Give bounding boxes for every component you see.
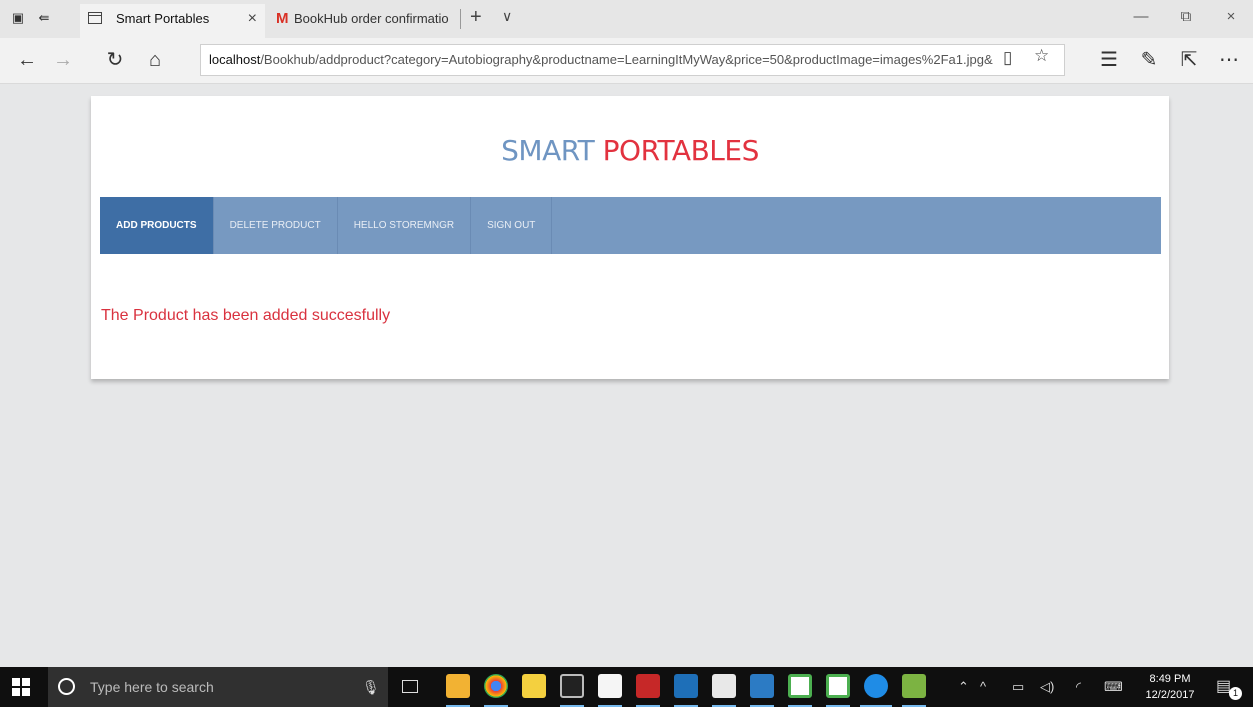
url-host: localhost (209, 52, 261, 67)
acrobat-reader-icon[interactable] (636, 674, 660, 698)
java-icon[interactable] (712, 674, 736, 698)
clock-date: 12/2/2017 (1145, 689, 1195, 701)
search-placeholder: Type here to search (90, 679, 214, 695)
page-card: SMART PORTABLES ADD PRODUCTS DELETE PROD… (91, 96, 1169, 379)
microphone-icon[interactable]: 🎙 (362, 667, 380, 707)
file-explorer-icon[interactable] (446, 674, 470, 698)
menu-hello-user[interactable]: HELLO STOREMNGR (338, 197, 472, 254)
home-icon[interactable]: ⌂ (142, 48, 168, 74)
taskbar-search[interactable]: Type here to search 🎙 (48, 667, 388, 707)
close-window-button[interactable]: × (1216, 8, 1246, 25)
store-app-icon[interactable] (674, 674, 698, 698)
more-menu-icon[interactable]: ⋯ (1216, 48, 1242, 74)
favorite-star-icon[interactable]: ☆ (1034, 46, 1049, 66)
tab-bookhub-order[interactable]: M BookHub order confirmatio (266, 4, 460, 38)
tab-preview-chevron-icon[interactable]: ∨ (502, 8, 512, 25)
task-view-icon[interactable] (402, 680, 418, 693)
share-icon[interactable]: ⇱ (1176, 48, 1202, 74)
page-icon (88, 12, 102, 24)
volume-icon[interactable]: ◁) (1040, 667, 1054, 707)
paint-icon[interactable] (902, 674, 926, 698)
sticky-notes-icon[interactable] (522, 674, 546, 698)
logo-smart: SMART (501, 134, 595, 167)
mysql-workbench-icon[interactable] (750, 674, 774, 698)
forward-arrow-icon[interactable]: → (50, 48, 76, 74)
tab-smart-portables[interactable]: Smart Portables × (80, 4, 265, 38)
minimize-button[interactable]: — (1126, 8, 1156, 25)
web-note-pen-icon[interactable]: ✎ (1136, 48, 1162, 74)
action-center-icon[interactable]: ▤ (1216, 667, 1231, 707)
battery-icon[interactable]: ▭ (1012, 667, 1024, 707)
menu-sign-out[interactable]: SIGN OUT (471, 197, 553, 254)
menu-add-products[interactable]: ADD PRODUCTS (100, 197, 214, 254)
system-clock[interactable]: 8:49 PM 12/2/2017 (1140, 671, 1200, 703)
gmail-icon: M (276, 10, 289, 27)
notification-count-badge: 1 (1229, 687, 1242, 700)
refresh-icon[interactable]: ↻ (102, 48, 128, 74)
address-bar[interactable]: localhost/Bookhub/addproduct?category=Au… (200, 44, 1065, 76)
command-prompt-icon[interactable] (560, 674, 584, 698)
main-menu: ADD PRODUCTS DELETE PRODUCT HELLO STOREM… (100, 197, 1161, 254)
notepad-icon[interactable] (598, 674, 622, 698)
browser-tab-bar: ▣ ⇚ Smart Portables × M BookHub order co… (0, 0, 1253, 38)
set-aside-tabs-icon[interactable]: ▣ (10, 10, 26, 26)
url-path: /Bookhub/addproduct?category=Autobiograp… (260, 52, 993, 67)
show-tabs-aside-icon[interactable]: ⇚ (36, 10, 52, 26)
chrome-icon[interactable] (484, 674, 508, 698)
restore-button[interactable]: ⧉ (1171, 8, 1201, 25)
clock-time: 8:49 PM (1149, 673, 1191, 685)
windows-taskbar: Type here to search 🎙 ⌃ ^ ▭ ◁) ◜ ⌨ 8:49 … (0, 667, 1253, 707)
favorites-hub-icon[interactable]: ☰ (1096, 48, 1122, 74)
close-tab-icon[interactable]: × (248, 4, 257, 34)
menu-delete-product[interactable]: DELETE PRODUCT (214, 197, 338, 254)
mongodb-icon[interactable] (788, 674, 812, 698)
tab-divider (460, 9, 461, 29)
show-hidden-icons-chevron-icon[interactable]: ⌃ (958, 667, 969, 707)
tab-label: Smart Portables (116, 11, 210, 26)
new-tab-button[interactable]: + (470, 6, 482, 29)
success-message: The Product has been added succesfully (101, 307, 391, 324)
site-logo[interactable]: SMART PORTABLES (91, 134, 1169, 167)
edge-browser-icon[interactable] (864, 674, 888, 698)
keyboard-icon[interactable]: ⌨ (1104, 667, 1123, 707)
mongodb-shell-icon[interactable] (826, 674, 850, 698)
wifi-icon[interactable]: ◜ (1076, 667, 1081, 707)
tab-label: BookHub order confirmatio (294, 11, 449, 26)
reading-view-icon[interactable]: ▯ (1003, 48, 1012, 68)
tray-up-arrow-icon[interactable]: ^ (980, 667, 986, 707)
windows-start-icon[interactable] (12, 678, 30, 696)
browser-nav-bar: ← → ↻ ⌂ localhost/Bookhub/addproduct?cat… (0, 38, 1253, 84)
back-arrow-icon[interactable]: ← (14, 48, 40, 74)
cortana-icon (58, 678, 75, 695)
logo-portables: PORTABLES (602, 134, 760, 167)
